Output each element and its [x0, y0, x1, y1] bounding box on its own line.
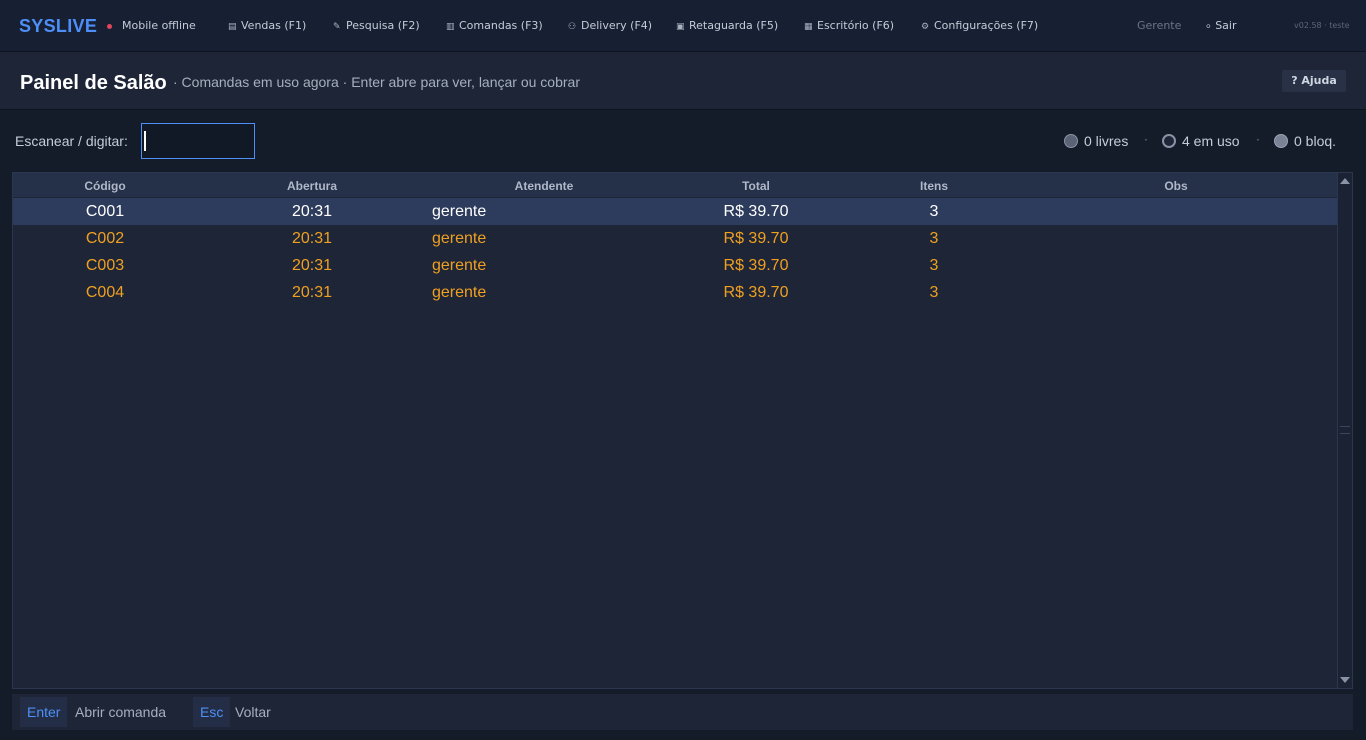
cell-total: R$ 39.70	[723, 284, 789, 301]
building-icon: ▦	[804, 22, 813, 32]
cell-code: C002	[85, 230, 125, 247]
table-header: Código Abertura Atendente Total Itens Ob…	[13, 173, 1339, 197]
cell-items: 3	[929, 284, 939, 301]
nav-vendas[interactable]: ▤ Vendas (F1)	[228, 19, 306, 32]
scroll-grip[interactable]	[1340, 426, 1350, 434]
scan-input[interactable]	[141, 123, 255, 159]
version-label: v02.58 · teste	[1294, 21, 1350, 30]
esc-key-label: Voltar	[235, 704, 271, 720]
column-header-obs[interactable]: Obs	[1164, 179, 1187, 193]
table-row[interactable]: C003 20:31 gerente R$ 39.70 3	[13, 252, 1339, 279]
free-circle-icon	[1064, 134, 1078, 148]
table-row[interactable]: C001 20:31 gerente R$ 39.70 3	[13, 198, 1339, 225]
column-header-codigo[interactable]: Código	[84, 179, 125, 193]
in-use-circle-icon	[1162, 134, 1176, 148]
table-scrollbar[interactable]	[1337, 173, 1352, 688]
register-icon: ▤	[228, 22, 237, 32]
cell-total: R$ 39.70	[723, 230, 789, 247]
enter-key-label: Abrir comanda	[75, 704, 167, 720]
scroll-down-icon[interactable]	[1340, 677, 1350, 683]
text-caret	[144, 131, 146, 151]
esc-key-hint[interactable]: Esc	[193, 697, 231, 727]
box-icon: ▣	[676, 22, 685, 32]
cell-items: 3	[929, 230, 939, 247]
cell-opened: 20:31	[291, 284, 333, 301]
cell-code: C001	[85, 203, 125, 220]
shortcut-bar: Enter Abrir comanda Esc Voltar	[12, 694, 1353, 730]
column-header-abertura[interactable]: Abertura	[287, 179, 337, 193]
cell-total: R$ 39.70	[723, 257, 789, 274]
legend-in-use: 4 em uso	[1162, 133, 1240, 149]
nav-configuracoes[interactable]: ⚙ Configurações (F7)	[921, 19, 1038, 32]
legend-separator: ·	[1256, 133, 1260, 147]
nav-escritorio[interactable]: ▦ Escritório (F6)	[804, 19, 894, 32]
brand-logo: SYSLIVE	[19, 16, 98, 36]
page-header: Painel de Salão · Comandas em uso agora …	[0, 52, 1366, 110]
search-icon: ✎	[333, 22, 341, 32]
cell-opened: 20:31	[291, 257, 333, 274]
connection-status: Mobile offline	[122, 19, 196, 32]
offline-status-dot	[107, 24, 112, 29]
help-button[interactable]: ? Ajuda	[1282, 70, 1346, 92]
column-header-itens[interactable]: Itens	[920, 179, 948, 193]
top-bar: SYSLIVE Mobile offline ▤ Vendas (F1) ✎ Pes…	[0, 0, 1366, 52]
legend-blocked: 0 bloq.	[1274, 133, 1336, 149]
cell-code: C004	[85, 284, 125, 301]
bike-icon: ⚇	[568, 22, 577, 32]
cell-attendant: gerente	[432, 230, 487, 247]
nav-pesquisa[interactable]: ✎ Pesquisa (F2)	[333, 19, 420, 32]
legend-free: 0 livres	[1064, 133, 1128, 149]
legend-separator: ·	[1144, 133, 1148, 147]
page-title: Painel de Salão	[20, 72, 167, 94]
nav-retaguarda[interactable]: ▣ Retaguarda (F5)	[676, 19, 778, 32]
cell-attendant: gerente	[432, 284, 487, 301]
cell-total: R$ 39.70	[723, 203, 789, 220]
clipboard-icon: ▥	[446, 22, 455, 32]
logout-button[interactable]: ⚪ Sair	[1205, 19, 1237, 32]
power-icon: ⚪	[1205, 22, 1212, 31]
enter-key-hint[interactable]: Enter	[20, 697, 68, 727]
cell-code: C003	[85, 257, 125, 274]
cell-items: 3	[929, 203, 939, 220]
page-subtitle: · Comandas em uso agora · Enter abre par…	[173, 74, 580, 90]
cell-opened: 20:31	[291, 203, 333, 220]
scan-label: Escanear / digitar:	[15, 133, 128, 149]
gear-icon: ⚙	[921, 22, 930, 32]
table-row[interactable]: C002 20:31 gerente R$ 39.70 3	[13, 225, 1339, 252]
cell-attendant: gerente	[432, 257, 487, 274]
cell-opened: 20:31	[291, 230, 333, 247]
table-row[interactable]: C004 20:31 gerente R$ 39.70 3	[13, 279, 1339, 306]
scroll-up-icon[interactable]	[1340, 178, 1350, 184]
blocked-circle-icon	[1274, 134, 1288, 148]
cell-attendant: gerente	[432, 203, 487, 220]
cell-items: 3	[929, 257, 939, 274]
column-header-atendente[interactable]: Atendente	[515, 179, 574, 193]
column-header-total[interactable]: Total	[742, 179, 770, 193]
nav-delivery[interactable]: ⚇ Delivery (F4)	[568, 19, 652, 32]
nav-comandas[interactable]: ▥ Comandas (F3)	[446, 19, 543, 32]
current-user: Gerente	[1137, 19, 1182, 32]
comandas-table: Código Abertura Atendente Total Itens Ob…	[12, 172, 1353, 689]
